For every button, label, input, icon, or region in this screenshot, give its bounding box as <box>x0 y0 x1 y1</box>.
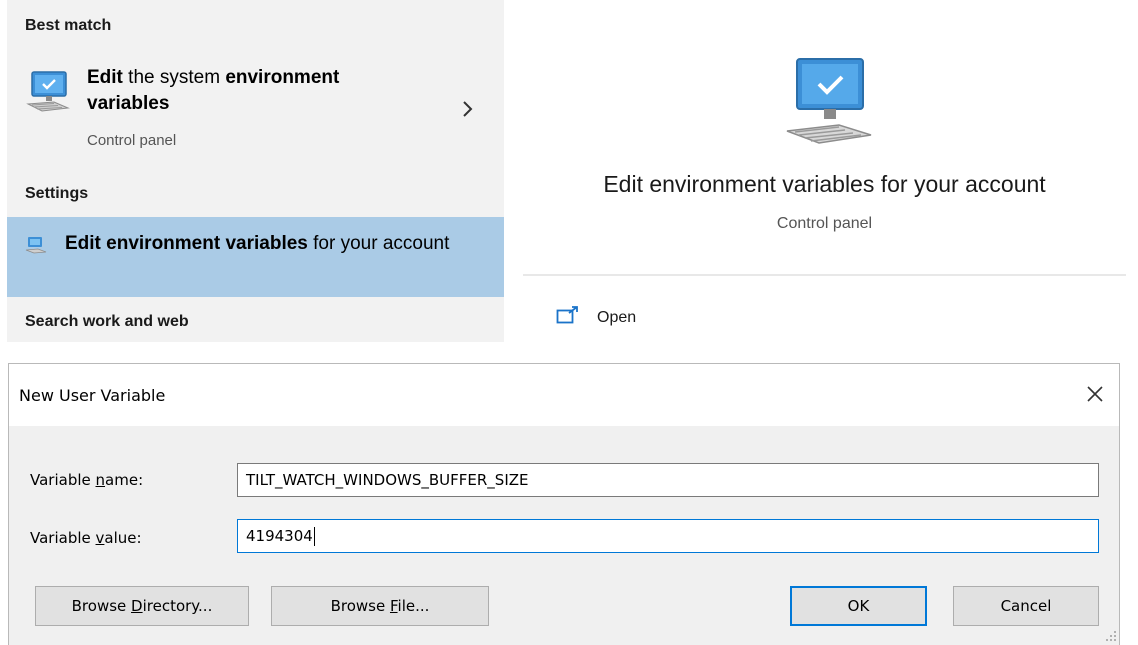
cancel-button[interactable]: Cancel <box>953 586 1099 626</box>
system-icon <box>25 237 47 254</box>
search-web-header: Search work and web <box>25 313 189 330</box>
label-part: alue: <box>104 529 142 547</box>
system-properties-icon <box>26 71 70 112</box>
ok-button[interactable]: OK <box>790 586 927 626</box>
size-grip-icon[interactable] <box>1105 630 1117 642</box>
browse-file-button[interactable]: Browse File... <box>271 586 489 626</box>
variable-name-value: TILT_WATCH_WINDOWS_BUFFER_SIZE <box>246 471 529 489</box>
open-label: Open <box>597 309 637 326</box>
search-results-pane: Best match Edit the system environment v… <box>7 0 504 342</box>
label-part: ame: <box>105 471 144 489</box>
variable-name-label: Variable name: <box>30 471 143 489</box>
variable-name-input[interactable]: TILT_WATCH_WINDOWS_BUFFER_SIZE <box>237 463 1099 497</box>
settings-title-part: for your account <box>307 233 450 254</box>
browse-directory-button[interactable]: Browse Directory... <box>35 586 249 626</box>
button-label-part: ile... <box>397 597 430 615</box>
best-match-result[interactable]: Edit the system environment variables Co… <box>7 52 504 162</box>
button-mnemonic: F <box>389 597 398 615</box>
best-match-title-part: the system <box>122 67 226 88</box>
settings-result-title: Edit environment variables for your acco… <box>65 231 465 257</box>
dialog-titlebar[interactable]: New User Variable <box>9 364 1119 426</box>
best-match-header: Best match <box>25 17 112 34</box>
dialog-title: New User Variable <box>19 386 166 405</box>
settings-title-part: Edit environment variables <box>65 233 308 254</box>
new-user-variable-dialog: New User Variable Variable name: TILT_WA… <box>8 363 1120 645</box>
open-action[interactable]: Open <box>553 301 753 335</box>
preview-title: Edit environment variables for your acco… <box>603 171 1046 197</box>
best-match-title-part: Edit <box>87 67 123 88</box>
button-label-part: Browse <box>330 597 390 615</box>
close-icon[interactable] <box>1077 378 1113 410</box>
chevron-right-icon[interactable] <box>461 99 475 119</box>
label-part: Variable <box>30 529 96 547</box>
text-caret <box>313 527 315 546</box>
preview-divider <box>523 274 1126 276</box>
button-label-part: irectory... <box>142 597 213 615</box>
variable-value-input[interactable]: 4194304 <box>237 519 1099 553</box>
button-label-part: Browse <box>71 597 132 615</box>
system-properties-icon <box>786 58 872 144</box>
preview-subtitle: Control panel <box>776 215 873 232</box>
result-preview-pane: Edit environment variables for your acco… <box>523 19 1126 345</box>
settings-result-selected[interactable]: Edit environment variables for your acco… <box>7 217 504 297</box>
variable-value-label: Variable value: <box>30 529 142 547</box>
variable-value-value: 4194304 <box>246 527 313 545</box>
best-match-subtitle: Control panel <box>87 132 177 149</box>
label-mnemonic: n <box>95 471 106 489</box>
best-match-title: Edit the system environment variables <box>87 65 407 117</box>
label-part: Variable <box>30 471 96 489</box>
open-icon <box>556 306 578 324</box>
start-search-panel: Best match Edit the system environment v… <box>0 0 1138 345</box>
button-mnemonic: D <box>131 597 143 615</box>
settings-header: Settings <box>25 185 89 202</box>
